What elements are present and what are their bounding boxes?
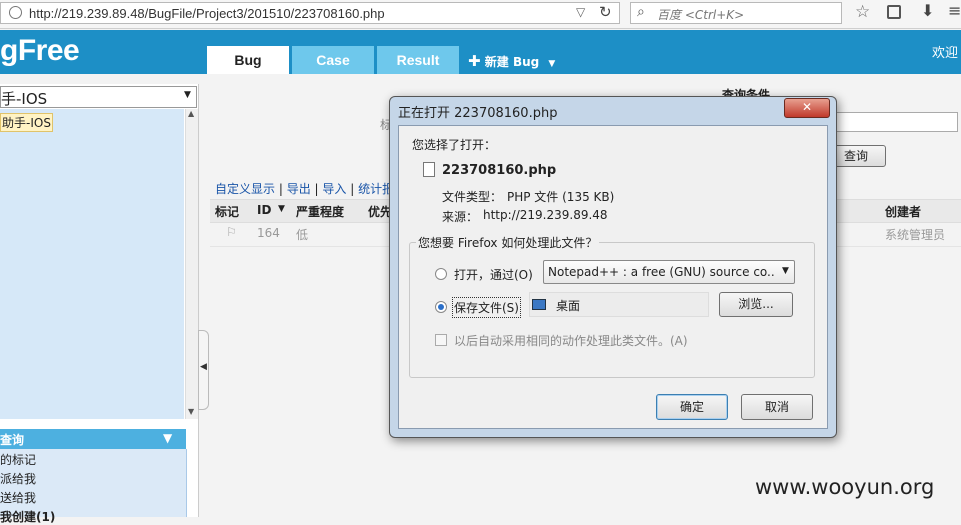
app-header: gFree Bug Case Result ✚ 新建 Bug ▼ 欢迎 bbox=[0, 30, 961, 74]
radio-selected-dot bbox=[438, 304, 444, 310]
row-severity: 低 bbox=[296, 228, 309, 242]
tab-bug[interactable]: Bug bbox=[207, 46, 289, 74]
row-creator: 系统管理员 bbox=[885, 228, 946, 242]
new-bug-label: 新建 Bug bbox=[484, 55, 540, 69]
tab-result[interactable]: Result bbox=[377, 46, 459, 74]
open-file-dialog: 正在打开 223708160.php ✕ 您选择了打开： 223708160.p… bbox=[389, 96, 837, 438]
open-with-radio[interactable] bbox=[435, 268, 447, 280]
query-value-input[interactable] bbox=[830, 112, 958, 132]
query-list: 的标记 派给我 送给我 我创建(1) bbox=[0, 449, 187, 524]
watermark: www.wooyun.org bbox=[755, 475, 935, 499]
query-button-label: 查询 bbox=[843, 149, 868, 163]
cancel-button-label: 取消 bbox=[764, 400, 789, 414]
chevron-down-icon: ▼ bbox=[184, 90, 191, 100]
chevron-down-icon: ▼ bbox=[163, 431, 173, 445]
chevron-down-icon: ▼ bbox=[548, 59, 556, 69]
save-file-radio[interactable] bbox=[435, 301, 447, 313]
menu-icon[interactable]: ≡ bbox=[948, 1, 961, 20]
dialog-body: 您选择了打开： 223708160.php 文件类型： PHP 文件 (135 … bbox=[398, 125, 828, 429]
file-name: 223708160.php bbox=[442, 163, 557, 178]
export-link[interactable]: 导出 bbox=[287, 182, 311, 196]
reload-icon[interactable]: ↻ bbox=[599, 3, 612, 21]
plus-icon: ✚ bbox=[468, 52, 481, 70]
flag-icon[interactable]: ⚐ bbox=[226, 225, 237, 239]
table-toolbar: 自定义显示 | 导出 | 导入 | 统计报表 bbox=[215, 182, 407, 196]
query-item[interactable]: 的标记 bbox=[0, 451, 36, 468]
project-select[interactable]: 手-IOS ▼ bbox=[0, 86, 197, 108]
browse-button-label: 浏览... bbox=[738, 297, 774, 311]
globe-icon bbox=[9, 6, 22, 19]
project-select-value: 手-IOS bbox=[1, 90, 48, 108]
cancel-button[interactable]: 取消 bbox=[741, 394, 813, 420]
save-location-field: 桌面 bbox=[529, 292, 709, 317]
desktop-icon bbox=[532, 299, 546, 310]
column-header-creator[interactable]: 创建者 bbox=[885, 203, 921, 220]
query-item[interactable]: 派给我 bbox=[0, 470, 36, 487]
tree-item[interactable]: 助手-IOS bbox=[0, 113, 53, 132]
url-field[interactable]: http://219.239.89.48/BugFile/Project3/20… bbox=[0, 2, 620, 24]
chevron-down-icon: ▼ bbox=[782, 266, 789, 276]
open-with-label[interactable]: 打开，通过(O) bbox=[454, 266, 533, 283]
save-location-value: 桌面 bbox=[556, 299, 581, 313]
browser-toolbar: http://219.239.89.48/BugFile/Project3/20… bbox=[0, 0, 961, 29]
file-type-label: 文件类型： bbox=[442, 190, 503, 204]
file-type-value: PHP 文件 (135 KB) bbox=[507, 190, 615, 204]
new-bug-button[interactable]: ✚ 新建 Bug ▼ bbox=[468, 52, 555, 70]
url-text: http://219.239.89.48/BugFile/Project3/20… bbox=[29, 6, 385, 21]
bookmark-star-icon[interactable]: ☆ bbox=[855, 2, 870, 22]
query-item[interactable]: 送给我 bbox=[0, 489, 36, 506]
scroll-down-icon[interactable]: ▼ bbox=[188, 407, 194, 416]
column-header-mark[interactable]: 标记 bbox=[215, 203, 239, 220]
row-id: 164 bbox=[257, 226, 280, 240]
auto-action-label: 以后自动采用相同的动作处理此类文件。(A) bbox=[454, 334, 688, 348]
browse-button[interactable]: 浏览... bbox=[719, 292, 793, 317]
bookmarks-list-icon[interactable] bbox=[887, 5, 901, 19]
download-icon[interactable]: ⬇ bbox=[921, 1, 934, 20]
open-with-app-select[interactable]: Notepad++ : a free (GNU) source co... ▼ bbox=[543, 260, 795, 284]
app-logo: gFree bbox=[0, 34, 80, 67]
customize-display-link[interactable]: 自定义显示 bbox=[215, 182, 275, 196]
dialog-close-button[interactable]: ✕ bbox=[784, 98, 830, 118]
project-tree: 助手-IOS bbox=[0, 109, 184, 419]
welcome-text: 欢迎 bbox=[932, 46, 959, 61]
collapse-left-icon: ◀ bbox=[200, 362, 207, 372]
open-with-app-value: Notepad++ : a free (GNU) source co... bbox=[548, 265, 774, 279]
query-panel-header[interactable]: 查询 ▼ bbox=[0, 429, 186, 449]
source-label: 来源： bbox=[442, 210, 479, 224]
tree-scrollbar[interactable]: ▲ ▼ bbox=[185, 109, 198, 419]
you-chose-text: 您选择了打开： bbox=[412, 138, 497, 152]
column-header-severity[interactable]: 严重程度 bbox=[296, 203, 344, 220]
source-value: http://219.239.89.48 bbox=[483, 208, 608, 222]
query-panel-title: 查询 bbox=[0, 433, 25, 447]
search-field[interactable]: ⌕ 百度 <Ctrl+K> bbox=[630, 2, 842, 24]
import-link[interactable]: 导入 bbox=[322, 182, 346, 196]
search-placeholder: 百度 <Ctrl+K> bbox=[657, 8, 745, 22]
sort-desc-icon: ▼ bbox=[278, 204, 285, 214]
search-icon: ⌕ bbox=[637, 4, 645, 20]
tab-case[interactable]: Case bbox=[292, 46, 374, 74]
ok-button[interactable]: 确定 bbox=[656, 394, 728, 420]
dropdown-icon[interactable]: ▽ bbox=[576, 5, 585, 19]
file-icon bbox=[423, 162, 435, 177]
handling-question: 您想要 Firefox 如何处理此文件？ bbox=[416, 234, 600, 251]
panel-collapse-handle[interactable]: ◀ bbox=[198, 330, 209, 410]
save-file-label[interactable]: 保存文件(S) bbox=[452, 297, 521, 318]
dialog-title: 正在打开 223708160.php bbox=[398, 106, 558, 121]
column-header-id[interactable]: ID bbox=[257, 203, 271, 217]
ok-button-label: 确定 bbox=[679, 400, 704, 414]
close-icon: ✕ bbox=[801, 100, 813, 114]
scroll-up-icon[interactable]: ▲ bbox=[188, 109, 194, 118]
auto-action-checkbox[interactable] bbox=[435, 334, 447, 346]
